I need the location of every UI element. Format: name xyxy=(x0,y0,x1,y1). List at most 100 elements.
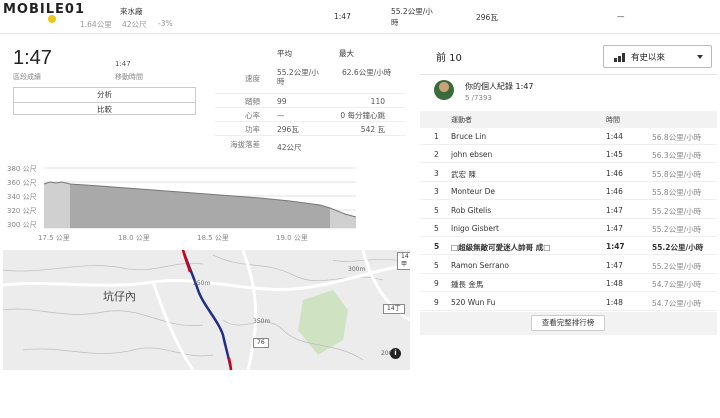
athlete-name-link[interactable]: Bruce Lin xyxy=(451,132,486,141)
prev-segment-distance: 1.64公里 xyxy=(80,20,112,29)
action-buttons: 分析 比較 xyxy=(13,87,196,115)
analyze-button[interactable]: 分析 xyxy=(14,88,195,102)
previous-segment-row[interactable]: MOBILE01 來水廠 1.64公里 42公尺 -3% 1:47 55.2公里… xyxy=(0,0,720,34)
athlete-name-link[interactable]: Ramon Serrano xyxy=(451,261,509,270)
map-place-label: 坑仔內 xyxy=(103,290,136,303)
site-logo[interactable]: MOBILE01 xyxy=(3,2,85,17)
leaderboard-row[interactable]: 3 武宏 陳 1:46 55.8公里/小時 xyxy=(420,165,717,182)
map-contour-label: 250m xyxy=(193,280,211,287)
leaderboard-row[interactable]: 2 john ebsen 1:45 56.3公里/小時 xyxy=(420,146,717,164)
stat-avg: — xyxy=(277,111,285,120)
leaderboard-title: 前 10 xyxy=(436,53,462,64)
stat-avg: 42公尺 xyxy=(277,143,302,152)
rank-cell: 5 xyxy=(434,260,439,270)
time-cell: 1:44 xyxy=(606,132,623,141)
athlete-name-link[interactable]: □超級無敵可愛迷人帥哥 成□ xyxy=(451,242,550,253)
segment-time: 1:47 xyxy=(13,47,52,69)
speed-cell: 55.2公里/小時 xyxy=(652,225,702,234)
prev-segment-grade: -3% xyxy=(158,19,173,28)
leaderboard-row[interactable]: 3 Monteur De 1:46 55.8公里/小時 xyxy=(420,183,717,201)
leaderboard-row[interactable]: 5 Inigo Gisbert 1:47 55.2公里/小時 xyxy=(420,220,717,237)
leaderboard-row[interactable]: 5 Rob Gitelis 1:47 55.2公里/小時 xyxy=(420,202,717,219)
segment-icon xyxy=(48,15,56,23)
leaderboard-row[interactable]: 1 Bruce Lin 1:44 56.8公里/小時 xyxy=(420,128,717,145)
stat-row-heart-rate: 心率 — 0 每分鐘心跳 xyxy=(215,108,405,122)
athlete-name-link[interactable]: 武宏 陳 xyxy=(451,169,476,180)
map-info-icon[interactable]: i xyxy=(390,348,401,359)
stat-max: 110 xyxy=(370,97,385,106)
time-cell: 1:46 xyxy=(606,187,623,197)
y-tick: 360 公尺 xyxy=(7,179,37,187)
rank-cell: 3 xyxy=(434,168,439,178)
stat-row-power: 功率 296瓦 542 瓦 xyxy=(215,122,405,136)
rank-cell: 9 xyxy=(434,297,439,307)
rank-cell: 5 xyxy=(434,242,440,252)
stat-label: 海拔落差 xyxy=(230,140,260,149)
speed-cell: 55.8公里/小時 xyxy=(652,188,702,198)
leaderboard-row[interactable]: 9 鍾長 金馬 1:48 54.7公里/小時 xyxy=(420,275,717,293)
prev-segment-time: 1:47 xyxy=(334,12,351,21)
time-cell: 1:48 xyxy=(606,279,623,289)
rank-cell: 9 xyxy=(434,279,439,289)
view-full-leaderboard-button[interactable]: 查看完整排行榜 xyxy=(531,315,605,331)
rank-cell: 2 xyxy=(434,150,439,160)
stat-avg: 296瓦 xyxy=(277,125,299,134)
leaderboard-footer: 查看完整排行榜 xyxy=(420,312,717,335)
athlete-name-link[interactable]: 鍾長 金馬 xyxy=(451,279,483,290)
segment-elevation-area xyxy=(70,184,330,228)
prev-segment-speed: 55.2公里/小時 xyxy=(391,7,433,27)
athlete-name-link[interactable]: Rob Gitelis xyxy=(451,206,491,215)
speed-cell: 55.2公里/小時 xyxy=(652,206,702,216)
stats-header-max: 最大 xyxy=(339,49,354,58)
y-tick: 380 公尺 xyxy=(7,165,37,173)
leaderboard-row[interactable]: 9 520 Wun Fu 1:48 54.7公里/小時 xyxy=(420,294,717,311)
filter-selected-value: 有史以來 xyxy=(631,53,666,63)
rank-cell: 3 xyxy=(434,187,439,197)
stat-label: 速度 xyxy=(245,74,260,83)
stat-max: 0 每分鐘心跳 xyxy=(340,111,385,120)
x-tick: 19.0 公里 xyxy=(276,234,308,242)
road-badge: 14甲 xyxy=(397,252,410,270)
map-contour-label: 350m xyxy=(253,318,271,325)
time-cell: 1:47 xyxy=(606,224,623,233)
prev-segment-power: 296瓦 xyxy=(476,13,498,22)
col-athlete: 運動者 xyxy=(451,116,472,124)
map-contour-label: 300m xyxy=(348,266,366,273)
leaderboard-row-self[interactable]: 5 □超級無敵可愛迷人帥哥 成□ 1:47 55.2公里/小時 xyxy=(420,238,717,256)
x-tick: 18.0 公里 xyxy=(118,234,150,242)
stat-max: 62.6公里/小時 xyxy=(342,68,392,77)
leaderboard-header: 運動者 時間 xyxy=(420,111,717,128)
moving-time: 1:47 xyxy=(115,60,131,68)
stat-row-speed: 速度 55.2公里/小時 62.6公里/小時 xyxy=(215,66,405,94)
athlete-name-link[interactable]: 520 Wun Fu xyxy=(451,298,495,307)
athlete-name-link[interactable]: Monteur De xyxy=(451,187,495,196)
x-tick: 17.5 公里 xyxy=(38,234,70,242)
leaderboard-row[interactable]: 5 Ramon Serrano 1:47 55.2公里/小時 xyxy=(420,257,717,274)
speed-cell: 56.3公里/小時 xyxy=(652,151,702,161)
time-cell: 1:47 xyxy=(606,242,625,252)
stat-row-elevation: 海拔落差 42公尺 xyxy=(215,136,405,162)
prev-segment-name[interactable]: 來水廠 xyxy=(120,6,143,17)
avatar[interactable] xyxy=(434,80,454,100)
speed-cell: 54.7公里/小時 xyxy=(652,280,702,290)
time-cell: 1:45 xyxy=(606,150,623,160)
y-tick: 300 公尺 xyxy=(7,221,37,229)
compare-button[interactable]: 比較 xyxy=(14,102,195,116)
stat-row-cadence: 踏頻 99 110 xyxy=(215,94,405,108)
stat-label: 踏頻 xyxy=(245,97,260,106)
x-tick: 18.5 公里 xyxy=(197,234,229,242)
segment-time-label: 區段成績 xyxy=(13,73,41,81)
stat-label: 心率 xyxy=(245,111,260,120)
stats-header-avg: 平均 xyxy=(277,49,292,58)
speed-cell: 55.2公里/小時 xyxy=(652,261,702,271)
segment-map[interactable]: 坑仔內 300m 350m 250m 200m 14甲 14丁 76 i xyxy=(3,250,410,370)
leaderboard-panel: 前 10 有史以來 你的個人紀錄 1:47 5 /7393 運動者 時間 1 Br… xyxy=(420,40,717,335)
elevation-chart[interactable]: 380 公尺 360 公尺 340 公尺 320 公尺 300 公尺 17.5 … xyxy=(0,162,412,247)
athlete-name-link[interactable]: john ebsen xyxy=(451,150,492,159)
road-badge: 14丁 xyxy=(383,304,405,314)
athlete-name-link[interactable]: Inigo Gisbert xyxy=(451,224,499,233)
prev-segment-hr: — xyxy=(617,12,625,21)
stat-label: 功率 xyxy=(245,125,260,134)
moving-time-label: 移動時間 xyxy=(115,73,143,81)
leaderboard-filter-dropdown[interactable]: 有史以來 xyxy=(603,45,712,68)
